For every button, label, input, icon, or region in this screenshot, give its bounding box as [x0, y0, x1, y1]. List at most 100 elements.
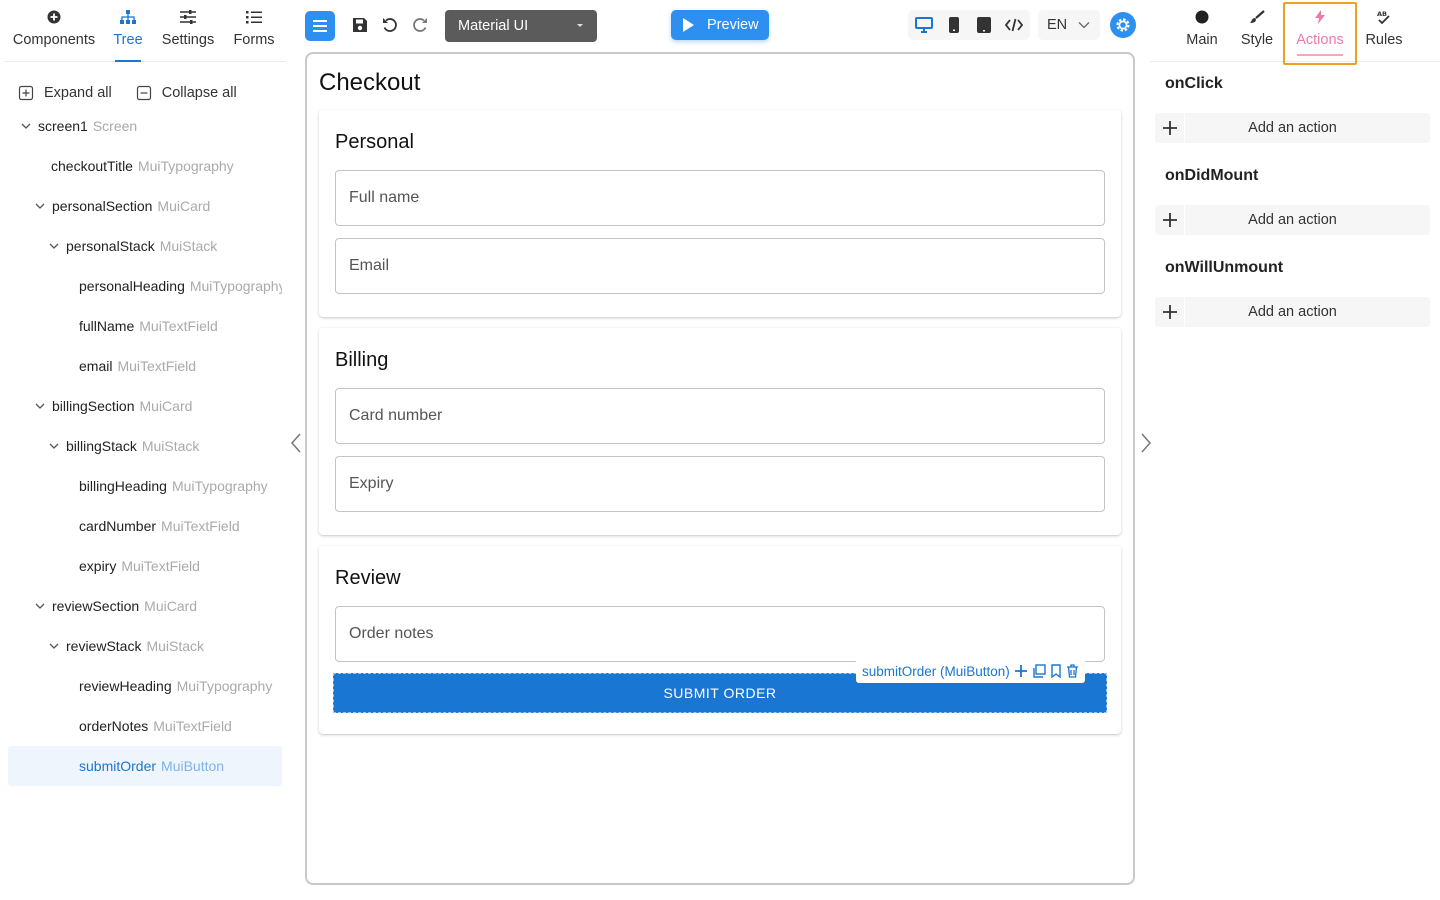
tab-forms[interactable]: Forms [230, 10, 278, 62]
tree-node-name: expiry [79, 558, 117, 574]
tree-node[interactable]: personalSection MuiCard [8, 186, 282, 226]
tree-actions: Expand all Collapse all [18, 82, 261, 104]
tree-node[interactable]: billingStack MuiStack [8, 426, 282, 466]
collapse-all-button[interactable]: Collapse all [136, 85, 237, 101]
hierarchy-icon [108, 10, 148, 30]
card-number-field[interactable]: Card number [335, 388, 1105, 444]
tree-node-type: MuiCard [139, 398, 193, 414]
tree-node-type: MuiTextField [117, 358, 197, 374]
tab-label: Forms [233, 32, 275, 48]
chevron-down-icon [49, 243, 59, 249]
trash-icon[interactable] [1066, 664, 1079, 678]
plus-square-icon [18, 85, 34, 101]
add-action-button[interactable]: Add an action [1155, 113, 1430, 143]
brush-icon [1240, 10, 1274, 30]
tree-node[interactable]: email MuiTextField [8, 346, 282, 386]
event-title: onDidMount [1165, 167, 1259, 184]
collapse-right-panel-button[interactable] [1139, 432, 1155, 454]
selection-toolbar: submitOrder (MuiButton) [856, 659, 1085, 683]
tab-label: Style [1240, 32, 1274, 48]
svg-text:AB: AB [1377, 10, 1387, 18]
undo-button[interactable] [379, 14, 401, 36]
bookmark-icon[interactable] [1050, 664, 1062, 678]
tree-node-name: reviewStack [66, 638, 142, 654]
tab-main[interactable]: Main [1184, 10, 1220, 62]
tree-node[interactable]: fullName MuiTextField [8, 306, 282, 346]
tree-node-name: personalHeading [79, 278, 185, 294]
left-panel: Components Tree Settings Forms Expand al… [0, 0, 290, 900]
tree-node-name: reviewHeading [79, 678, 172, 694]
left-tabs: Components Tree Settings Forms [4, 0, 286, 62]
add-action-button[interactable]: Add an action [1155, 297, 1430, 327]
tree-node-name: screen1 [38, 118, 88, 134]
tree-node[interactable]: personalStack MuiStack [8, 226, 282, 266]
tree-node[interactable]: screen1 Screen [8, 106, 282, 146]
theme-settings-button[interactable] [1110, 12, 1136, 38]
tab-label: Main [1186, 32, 1218, 48]
tree-node[interactable]: cardNumber MuiTextField [8, 506, 282, 546]
add-action-button[interactable]: Add an action [1155, 205, 1430, 235]
list-icon [230, 10, 278, 30]
preview-label: Preview [707, 17, 759, 33]
chevron-down-icon [35, 403, 45, 409]
expiry-field[interactable]: Expiry [335, 456, 1105, 512]
circle-icon [1184, 10, 1220, 30]
billing-card[interactable]: Billing Card number Expiry [319, 328, 1121, 535]
redo-button[interactable] [409, 14, 431, 36]
tree-node[interactable]: personalHeading MuiTypography [8, 266, 282, 306]
mobile-view-button[interactable] [943, 14, 965, 36]
language-value: EN [1047, 17, 1068, 33]
caret-down-icon [577, 24, 583, 27]
expand-all-button[interactable]: Expand all [18, 85, 112, 101]
preview-button[interactable]: Preview [671, 10, 769, 40]
review-card[interactable]: Review Order notes SUBMIT ORDER submitOr… [319, 546, 1121, 734]
duplicate-icon[interactable] [1032, 664, 1046, 678]
tree-node-type: MuiTypography [189, 278, 282, 294]
tree-node-type: Screen [92, 118, 138, 134]
app-root: Components Tree Settings Forms Expand al… [0, 0, 1440, 900]
plus-icon [1155, 297, 1185, 327]
tablet-view-button[interactable] [973, 14, 995, 36]
event-onclick: onClick Add an action [1155, 75, 1430, 143]
component-tree: screen1 Screen checkoutTitle MuiTypograp… [8, 106, 282, 786]
library-select[interactable]: Material UI [445, 10, 597, 42]
design-canvas[interactable]: Checkout Personal Full name Email Billin… [305, 52, 1135, 885]
email-field[interactable]: Email [335, 238, 1105, 294]
code-view-button[interactable] [1003, 14, 1025, 36]
sliders-icon [160, 10, 216, 30]
full-name-field[interactable]: Full name [335, 170, 1105, 226]
chevron-down-icon [49, 643, 59, 649]
selection-label: submitOrder (MuiButton) [862, 663, 1010, 679]
collapse-left-panel-button[interactable] [289, 432, 305, 454]
tree-node-name: submitOrder [79, 758, 157, 774]
tree-node[interactable]: reviewSection MuiCard [8, 586, 282, 626]
tab-actions[interactable]: Actions [1294, 10, 1346, 62]
tree-node-selected[interactable]: submitOrder MuiButton [8, 746, 282, 786]
tab-rules[interactable]: AB Rules [1364, 10, 1404, 62]
tab-components[interactable]: Components [10, 10, 98, 62]
tab-tree[interactable]: Tree [108, 10, 148, 62]
menu-button[interactable] [305, 11, 335, 41]
tree-node[interactable]: orderNotes MuiTextField [8, 706, 282, 746]
tree-node-name: email [79, 358, 113, 374]
chevron-down-icon [49, 443, 59, 449]
personal-card[interactable]: Personal Full name Email [319, 110, 1121, 317]
desktop-view-button[interactable] [913, 14, 935, 36]
tree-node[interactable]: billingHeading MuiTypography [8, 466, 282, 506]
tree-node[interactable]: expiry MuiTextField [8, 546, 282, 586]
order-notes-field[interactable]: Order notes [335, 606, 1105, 662]
tree-node-name: personalStack [66, 238, 155, 254]
code-icon [1005, 18, 1023, 32]
tab-style[interactable]: Style [1240, 10, 1274, 62]
add-child-icon[interactable] [1014, 664, 1028, 678]
tree-node[interactable]: checkoutTitle MuiTypography [8, 146, 282, 186]
collapse-all-label: Collapse all [161, 85, 237, 101]
tab-label: Settings [161, 32, 215, 48]
tab-settings[interactable]: Settings [160, 10, 216, 62]
tree-node[interactable]: reviewHeading MuiTypography [8, 666, 282, 706]
tree-node-type: MuiTextField [161, 518, 240, 534]
tree-node[interactable]: reviewStack MuiStack [8, 626, 282, 666]
save-button[interactable] [349, 14, 371, 36]
language-select[interactable]: EN [1038, 10, 1100, 40]
tree-node[interactable]: billingSection MuiCard [8, 386, 282, 426]
